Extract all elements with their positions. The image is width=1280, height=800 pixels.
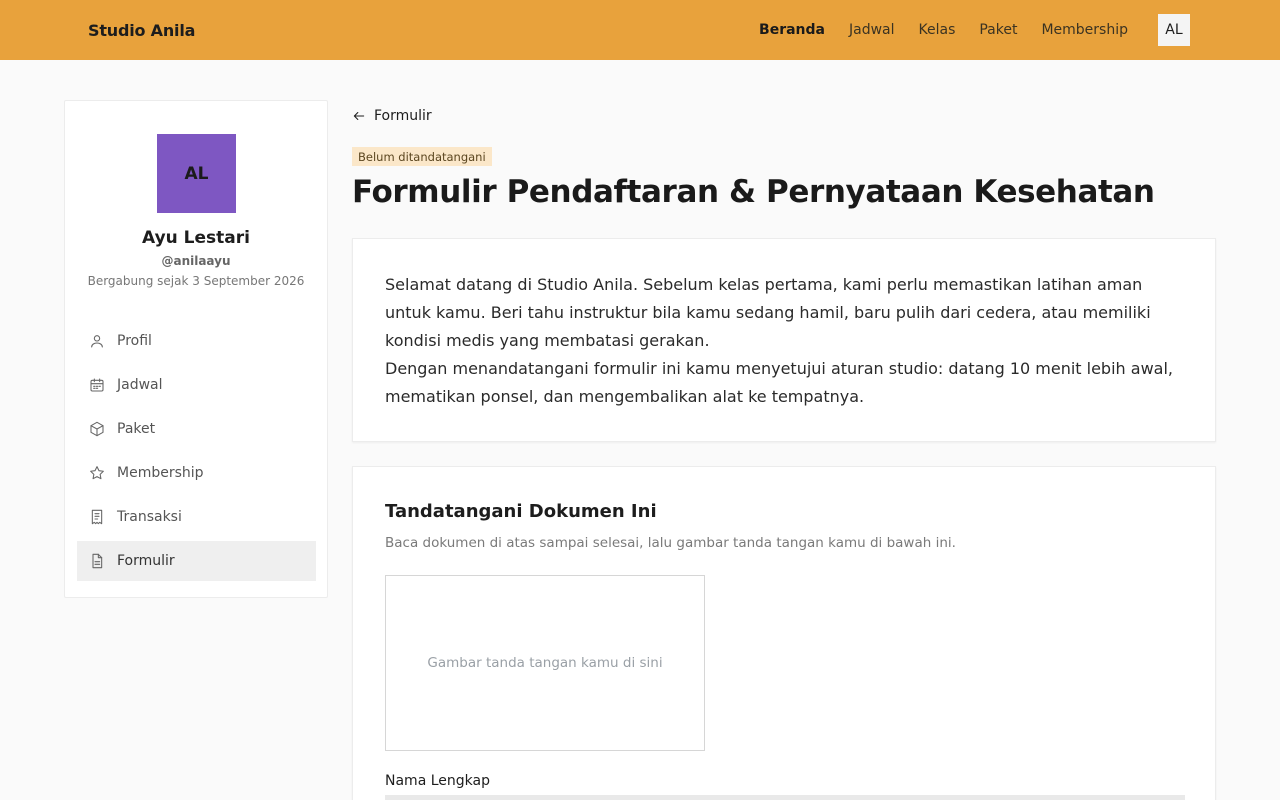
sidebar-item-label: Profil	[117, 333, 152, 349]
page-title: Formulir Pendaftaran & Pernyataan Keseha…	[352, 174, 1155, 210]
sidebar-item-paket[interactable]: Paket	[77, 409, 316, 449]
profile-handle: @anilaayu	[161, 254, 231, 268]
intro-paragraph: Dengan menandatangani formulir ini kamu …	[385, 359, 1173, 406]
signature-pad[interactable]: Gambar tanda tangan kamu di sini	[385, 575, 705, 751]
sidebar-item-membership[interactable]: Membership	[77, 453, 316, 493]
sidebar-item-formulir[interactable]: Formulir	[77, 541, 316, 581]
sidebar-item-jadwal[interactable]: Jadwal	[77, 365, 316, 405]
sidebar-item-label: Jadwal	[117, 377, 163, 393]
star-icon	[89, 465, 105, 481]
calendar-icon	[89, 377, 105, 393]
sidebar-item-label: Formulir	[117, 553, 175, 569]
package-icon	[89, 421, 105, 437]
status-badge: Belum ditandatangani	[352, 147, 492, 166]
signature-subtitle: Baca dokumen di atas sampai selesai, lal…	[385, 535, 956, 551]
full-name-input[interactable]	[385, 795, 1185, 800]
back-link-label: Formulir	[374, 108, 432, 124]
main-nav: Beranda Jadwal Kelas Paket Membership	[759, 0, 1128, 60]
brand-logo[interactable]: Studio Anila	[88, 0, 195, 60]
sidebar-item-label: Transaksi	[117, 509, 182, 525]
sidebar-menu: Profil Jadwal Paket Membership Transaksi	[77, 321, 316, 585]
profile-joined-date: Bergabung sejak 3 September 2026	[87, 274, 305, 288]
nav-paket[interactable]: Paket	[979, 22, 1017, 38]
document-intro-card: Selamat datang di Studio Anila. Sebelum …	[352, 238, 1216, 442]
nav-jadwal[interactable]: Jadwal	[849, 22, 895, 38]
sidebar-item-profil[interactable]: Profil	[77, 321, 316, 361]
intro-paragraph: Selamat datang di Studio Anila. Sebelum …	[385, 275, 1151, 350]
full-name-label: Nama Lengkap	[385, 773, 490, 789]
nav-beranda[interactable]: Beranda	[759, 22, 825, 38]
arrow-left-icon	[353, 111, 365, 121]
nav-kelas[interactable]: Kelas	[919, 22, 956, 38]
profile-avatar: AL	[157, 134, 236, 213]
signature-title: Tandatangani Dokumen Ini	[385, 501, 657, 522]
user-avatar-button[interactable]: AL	[1158, 14, 1190, 46]
signature-pad-placeholder: Gambar tanda tangan kamu di sini	[427, 655, 663, 671]
profile-sidebar: AL Ayu Lestari @anilaayu Bergabung sejak…	[64, 100, 328, 598]
nav-membership[interactable]: Membership	[1041, 22, 1128, 38]
receipt-icon	[89, 509, 105, 525]
sidebar-item-label: Membership	[117, 465, 204, 481]
user-icon	[89, 333, 105, 349]
sidebar-item-label: Paket	[117, 421, 156, 437]
document-icon	[89, 553, 105, 569]
sidebar-item-transaksi[interactable]: Transaksi	[77, 497, 316, 537]
profile-name: Ayu Lestari	[142, 228, 250, 248]
back-link[interactable]: Formulir	[352, 106, 432, 126]
top-navbar: Studio Anila Beranda Jadwal Kelas Paket …	[0, 0, 1280, 60]
signature-card: Tandatangani Dokumen Ini Baca dokumen di…	[352, 466, 1216, 800]
